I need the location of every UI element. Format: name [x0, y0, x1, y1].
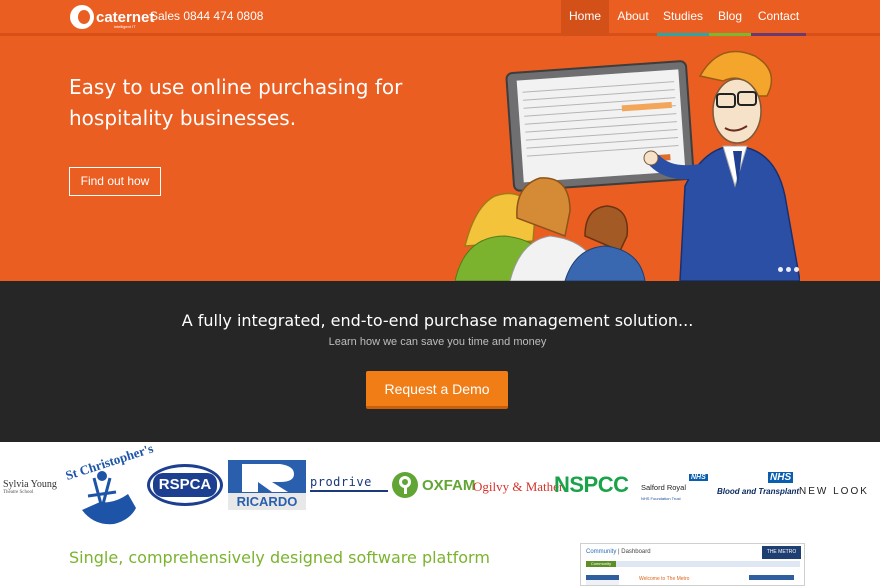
logo-oxfam-text: OXFAM — [422, 476, 476, 494]
dashboard-left-header — [586, 575, 619, 580]
logo-new-look-text: NEW LOOK — [799, 486, 869, 497]
logo-sylvia-young-text: Sylvia Young — [3, 479, 57, 490]
dashboard-venue-pill: THE METRO — [762, 546, 801, 559]
dashboard-crumb-community: Community — [586, 549, 617, 555]
caternet-logo[interactable]: caternet — [70, 2, 154, 32]
dashboard-preview: Community | Dashboard THE METRO Communit… — [580, 543, 805, 586]
cta-subtitle: Learn how we can save you time and money — [328, 336, 547, 348]
dashboard-tabs — [586, 561, 800, 567]
ricardo-r-icon — [242, 464, 294, 492]
logo-sylvia-young: Sylvia Young Theatre School — [3, 479, 63, 495]
logo-nspcc: NSPCC — [554, 472, 629, 498]
logo-text: caternet — [96, 8, 155, 26]
logo-rspca-text: RSPCA — [153, 473, 217, 497]
nav-studies[interactable]: Studies — [657, 0, 709, 36]
dashboard-tab-community: Community — [586, 561, 616, 567]
logo-ricardo: RICARDO — [228, 460, 306, 510]
dashboard-welcome: Welcome to The Metro — [639, 576, 690, 582]
logo-prodrive-text: prodrive — [310, 475, 372, 489]
audience-figures — [455, 177, 646, 281]
nav-contact-label: Contact — [757, 9, 800, 23]
find-out-how-button[interactable]: Find out how — [69, 167, 161, 196]
carousel-dot[interactable] — [786, 267, 791, 272]
hero-illustration — [455, 50, 800, 281]
carousel-dot[interactable] — [778, 267, 783, 272]
logo-new-look: NEW LOOK — [799, 479, 869, 498]
carousel-dots — [778, 267, 799, 272]
oxfam-icon — [392, 472, 418, 498]
logo-nspcc-text: NSPCC — [554, 472, 629, 497]
client-logos-strip: Sylvia Young Theatre School St Christoph… — [0, 441, 880, 532]
logo-prodrive: prodrive — [310, 475, 388, 492]
cta-title: A fully integrated, end-to-end purchase … — [181, 311, 694, 330]
nav-home[interactable]: Home — [561, 0, 609, 36]
nav-about[interactable]: About — [609, 0, 657, 36]
dashboard-crumb-dashboard: Dashboard — [621, 549, 651, 555]
logo-salford-royal-sub: NHS Foundation Trust — [641, 496, 681, 501]
caternet-logo-icon — [70, 5, 94, 29]
logo-ogilvy: Ogilvy & Mather — [473, 476, 563, 495]
logo-rspca: RSPCA — [147, 464, 223, 506]
logo-ricardo-text: RICARDO — [228, 493, 306, 510]
logo-tagline: intelligent IT — [114, 24, 136, 29]
logo-sylvia-young-sub: Theatre School — [3, 490, 34, 495]
nav-blog-label: Blog — [717, 9, 743, 23]
platform-heading: Single, comprehensively designed softwar… — [69, 548, 490, 567]
nav-studies-label: Studies — [662, 9, 704, 23]
cta-band: A fully integrated, end-to-end purchase … — [0, 281, 880, 442]
logo-salford-royal: Salford Royal NHS NHS Foundation Trust — [641, 474, 711, 501]
nav-blog[interactable]: Blog — [709, 0, 751, 36]
carousel-dot[interactable] — [794, 267, 799, 272]
dashboard-breadcrumb: Community | Dashboard — [586, 549, 651, 555]
nav-contact[interactable]: Contact — [751, 0, 806, 36]
logo-salford-royal-text: Salford Royal — [641, 483, 687, 492]
logo-ogilvy-text: Ogilvy & Mather — [473, 479, 564, 494]
logo-oxfam: OXFAM — [392, 472, 475, 498]
hero-banner: Easy to use online purchasing for hospit… — [0, 36, 880, 281]
main-nav: Home About Studies Blog Contact — [561, 0, 806, 36]
logo-st-christophers: St Christopher's — [63, 441, 155, 528]
hero-title: Easy to use online purchasing for hospit… — [69, 75, 403, 130]
logo-blood-transplant-text: Blood and Transplant — [717, 487, 800, 496]
nhs-badge-icon: NHS — [689, 474, 708, 481]
site-header: caternet intelligent IT Sales 0844 474 0… — [0, 0, 880, 36]
sales-phone[interactable]: Sales 0844 474 0808 — [150, 9, 263, 23]
dashboard-right-header — [749, 575, 794, 580]
nhs-badge-icon: NHS — [768, 472, 794, 483]
request-demo-button[interactable]: Request a Demo — [366, 371, 508, 409]
